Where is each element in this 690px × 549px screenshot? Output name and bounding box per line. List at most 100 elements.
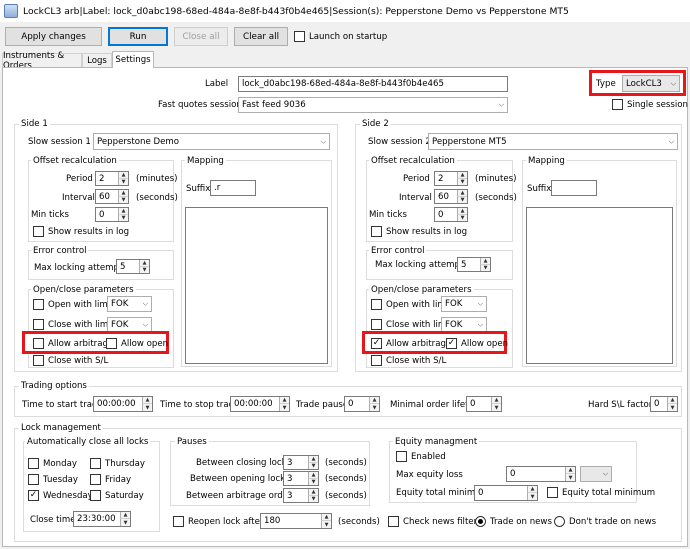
- side2-allow-arbitrage-checkbox[interactable]: ✓: [371, 338, 382, 349]
- closing-locks-spinner[interactable]: 3 ▲ ▼: [283, 455, 319, 470]
- side2-allow-open-checkbox[interactable]: ✓: [446, 338, 457, 349]
- monday-checkbox[interactable]: [28, 458, 39, 469]
- saturday-option[interactable]: Saturday: [90, 490, 144, 501]
- spin-down-icon[interactable]: ▼: [321, 521, 331, 528]
- fast-quotes-select[interactable]: Fast feed 9036 ⌵: [238, 97, 508, 113]
- equity-enabled-checkbox[interactable]: [396, 451, 407, 462]
- side2-show-results-checkbox[interactable]: [371, 226, 382, 237]
- side2-close-with-limit-checkbox[interactable]: [371, 319, 382, 330]
- trade-on-news-radio[interactable]: [475, 516, 486, 527]
- spin-down-icon[interactable]: ▼: [118, 214, 128, 221]
- spin-up-icon[interactable]: ▲: [491, 397, 501, 404]
- side1-close-with-sl-checkbox[interactable]: [33, 355, 44, 366]
- side2-show-results-option[interactable]: Show results in log: [371, 226, 467, 237]
- side2-max-locking-spinner[interactable]: 5 ▲ ▼: [457, 257, 491, 272]
- reopen-lock-option[interactable]: Reopen lock after: [173, 516, 263, 527]
- spin-down-icon[interactable]: ▼: [457, 196, 467, 203]
- spin-down-icon[interactable]: ▼: [139, 266, 149, 273]
- apply-changes-button[interactable]: Apply changes: [5, 27, 102, 46]
- tab-logs[interactable]: Logs: [82, 53, 112, 67]
- opening-locks-spinner[interactable]: 3 ▲ ▼: [283, 471, 319, 486]
- side1-min-ticks-spinner[interactable]: 0 ▲ ▼: [95, 207, 129, 222]
- spin-down-icon[interactable]: ▼: [308, 478, 318, 485]
- side2-period-spinner[interactable]: 2 ▲ ▼: [434, 171, 468, 186]
- side1-suffix-field[interactable]: .r: [210, 180, 256, 196]
- spin-down-icon[interactable]: ▼: [457, 178, 467, 185]
- spin-down-icon[interactable]: ▼: [565, 474, 575, 481]
- dont-trade-on-news-option[interactable]: Don't trade on news: [554, 516, 656, 527]
- equity-enabled-option[interactable]: Enabled: [396, 451, 446, 462]
- clear-all-button[interactable]: Clear all: [234, 27, 288, 46]
- launch-on-startup-option[interactable]: Launch on startup: [294, 31, 387, 42]
- close-time-spinner[interactable]: 23:30:00 ▲ ▼: [73, 511, 131, 527]
- side1-open-with-limit-option[interactable]: Open with limit: [33, 299, 114, 310]
- saturday-checkbox[interactable]: [90, 490, 101, 501]
- side2-mapping-list[interactable]: [526, 207, 673, 364]
- spin-up-icon[interactable]: ▲: [369, 397, 379, 404]
- spin-up-icon[interactable]: ▲: [667, 397, 677, 404]
- launch-on-startup-checkbox[interactable]: [294, 31, 305, 42]
- side2-suffix-field[interactable]: [551, 180, 597, 196]
- spin-up-icon[interactable]: ▲: [321, 514, 331, 521]
- wednesday-option[interactable]: ✓ Wednesday: [28, 490, 93, 501]
- spin-down-icon[interactable]: ▼: [120, 519, 130, 526]
- side1-close-with-limit-option[interactable]: Close with limit: [33, 319, 114, 330]
- side2-allow-open-option[interactable]: ✓ Allow open: [446, 338, 508, 349]
- check-news-option[interactable]: Check news filter: [388, 516, 477, 527]
- side1-show-results-checkbox[interactable]: [33, 226, 44, 237]
- spin-up-icon[interactable]: ▲: [565, 467, 575, 474]
- equity-total-min-spinner[interactable]: 0 ▲ ▼: [474, 485, 538, 501]
- spin-down-icon[interactable]: ▼: [118, 178, 128, 185]
- thursday-option[interactable]: Thursday: [90, 458, 145, 469]
- start-trade-spinner[interactable]: 00:00:00 ▲ ▼: [93, 396, 153, 412]
- stop-trade-spinner[interactable]: 00:00:00 ▲ ▼: [230, 396, 290, 412]
- spin-down-icon[interactable]: ▼: [480, 264, 490, 271]
- friday-option[interactable]: Friday: [90, 474, 131, 485]
- side1-max-locking-spinner[interactable]: 5 ▲ ▼: [116, 259, 150, 274]
- side1-open-with-limit-checkbox[interactable]: [33, 299, 44, 310]
- tuesday-checkbox[interactable]: [28, 474, 39, 485]
- side1-show-results-option[interactable]: Show results in log: [33, 226, 129, 237]
- side2-allow-arbitrage-option[interactable]: ✓ Allow arbitrage: [371, 338, 451, 349]
- spin-down-icon[interactable]: ▼: [308, 495, 318, 502]
- spin-down-icon[interactable]: ▼: [308, 462, 318, 469]
- side2-close-with-sl-checkbox[interactable]: [371, 355, 382, 366]
- side1-interval-spinner[interactable]: 60 ▲ ▼: [95, 189, 129, 204]
- side2-open-with-limit-checkbox[interactable]: [371, 299, 382, 310]
- spin-down-icon[interactable]: ▼: [279, 404, 289, 411]
- side2-interval-spinner[interactable]: 60 ▲ ▼: [434, 189, 468, 204]
- max-equity-loss-spinner[interactable]: 0 ▲ ▼: [506, 466, 576, 482]
- spin-down-icon[interactable]: ▼: [527, 493, 537, 500]
- side2-min-ticks-spinner[interactable]: 0 ▲ ▼: [434, 207, 468, 222]
- side1-allow-arbitrage-option[interactable]: Allow arbitrage: [33, 338, 113, 349]
- spin-down-icon[interactable]: ▼: [142, 404, 152, 411]
- reopen-lock-checkbox[interactable]: [173, 516, 184, 527]
- side1-mapping-list[interactable]: [185, 207, 328, 364]
- run-button[interactable]: Run: [108, 27, 168, 46]
- spin-down-icon[interactable]: ▼: [118, 196, 128, 203]
- single-session-option[interactable]: Single session: [612, 99, 688, 110]
- hard-sl-spinner[interactable]: 0 ▲ ▼: [650, 396, 678, 412]
- equity-loss-unit-select[interactable]: ⌵: [580, 466, 612, 482]
- check-news-checkbox[interactable]: [388, 516, 399, 527]
- monday-option[interactable]: Monday: [28, 458, 77, 469]
- spin-down-icon[interactable]: ▼: [667, 404, 677, 411]
- dont-trade-on-news-radio[interactable]: [554, 516, 565, 527]
- equity-total-min-option[interactable]: Equity total minimum: [547, 487, 655, 498]
- tab-settings[interactable]: Settings: [112, 51, 154, 68]
- spin-up-icon[interactable]: ▲: [120, 512, 130, 519]
- side1-close-with-sl-option[interactable]: Close with S/L: [33, 355, 108, 366]
- side1-open-limit-select[interactable]: FOK ⌵: [107, 296, 152, 312]
- wednesday-checkbox[interactable]: ✓: [28, 490, 39, 501]
- thursday-checkbox[interactable]: [90, 458, 101, 469]
- arbitrage-orders-spinner[interactable]: 3 ▲ ▼: [283, 488, 319, 503]
- side2-close-with-sl-option[interactable]: Close with S/L: [371, 355, 446, 366]
- slow-session-2-select[interactable]: Pepperstone MT5 ⌵: [428, 133, 678, 150]
- spin-down-icon[interactable]: ▼: [491, 404, 501, 411]
- side1-allow-arbitrage-checkbox[interactable]: [33, 338, 44, 349]
- close-all-button[interactable]: Close all: [174, 27, 228, 46]
- spin-up-icon[interactable]: ▲: [527, 486, 537, 493]
- trade-on-news-option[interactable]: Trade on news: [475, 516, 552, 527]
- single-session-checkbox[interactable]: [612, 99, 623, 110]
- spin-down-icon[interactable]: ▼: [457, 214, 467, 221]
